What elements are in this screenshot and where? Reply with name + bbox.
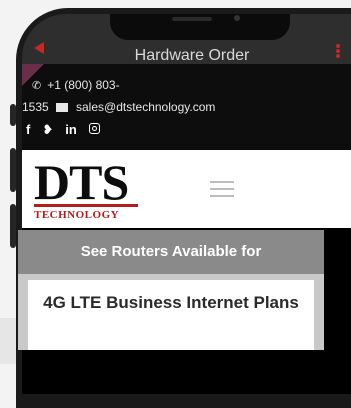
site-header: DTS TECHNOLOGY: [22, 150, 351, 228]
linkedin-icon[interactable]: in: [65, 122, 77, 138]
twitter-icon[interactable]: ❥: [42, 122, 53, 138]
email-link[interactable]: sales@dtstechnology.com: [56, 100, 215, 114]
promo-subheading: 4G LTE Business Internet Plans: [28, 280, 314, 350]
logo-underline: [34, 204, 138, 207]
promo-banner[interactable]: See Routers Available for 4G LTE Busines…: [18, 230, 324, 350]
phone-number-part2[interactable]: 1535: [22, 100, 49, 114]
phone-link[interactable]: ✆ +1 (800) 803-: [32, 78, 120, 92]
volume-down-button: [10, 204, 16, 248]
speaker-grille: [172, 17, 212, 21]
phone-number-part1: +1 (800) 803-: [47, 78, 120, 92]
promo-heading: See Routers Available for: [18, 230, 324, 274]
phone-notch: [110, 14, 290, 40]
dts-logo[interactable]: DTS TECHNOLOGY: [34, 154, 138, 221]
email-address: sales@dtstechnology.com: [76, 100, 216, 114]
more-menu-icon[interactable]: [336, 44, 340, 58]
instagram-icon[interactable]: [88, 123, 100, 134]
facebook-icon[interactable]: f: [26, 122, 30, 138]
logo-subtitle: TECHNOLOGY: [34, 209, 120, 221]
phone-icon: ✆: [32, 80, 42, 92]
envelope-icon: [56, 102, 68, 112]
social-links: f ❥ in: [26, 122, 100, 138]
mute-switch: [10, 104, 16, 126]
app-title: Hardware Order: [134, 47, 250, 64]
front-camera: [234, 15, 240, 21]
logo-wordmark: DTS: [34, 154, 129, 210]
menu-hamburger-icon[interactable]: [210, 181, 234, 202]
volume-up-button: [10, 148, 16, 192]
